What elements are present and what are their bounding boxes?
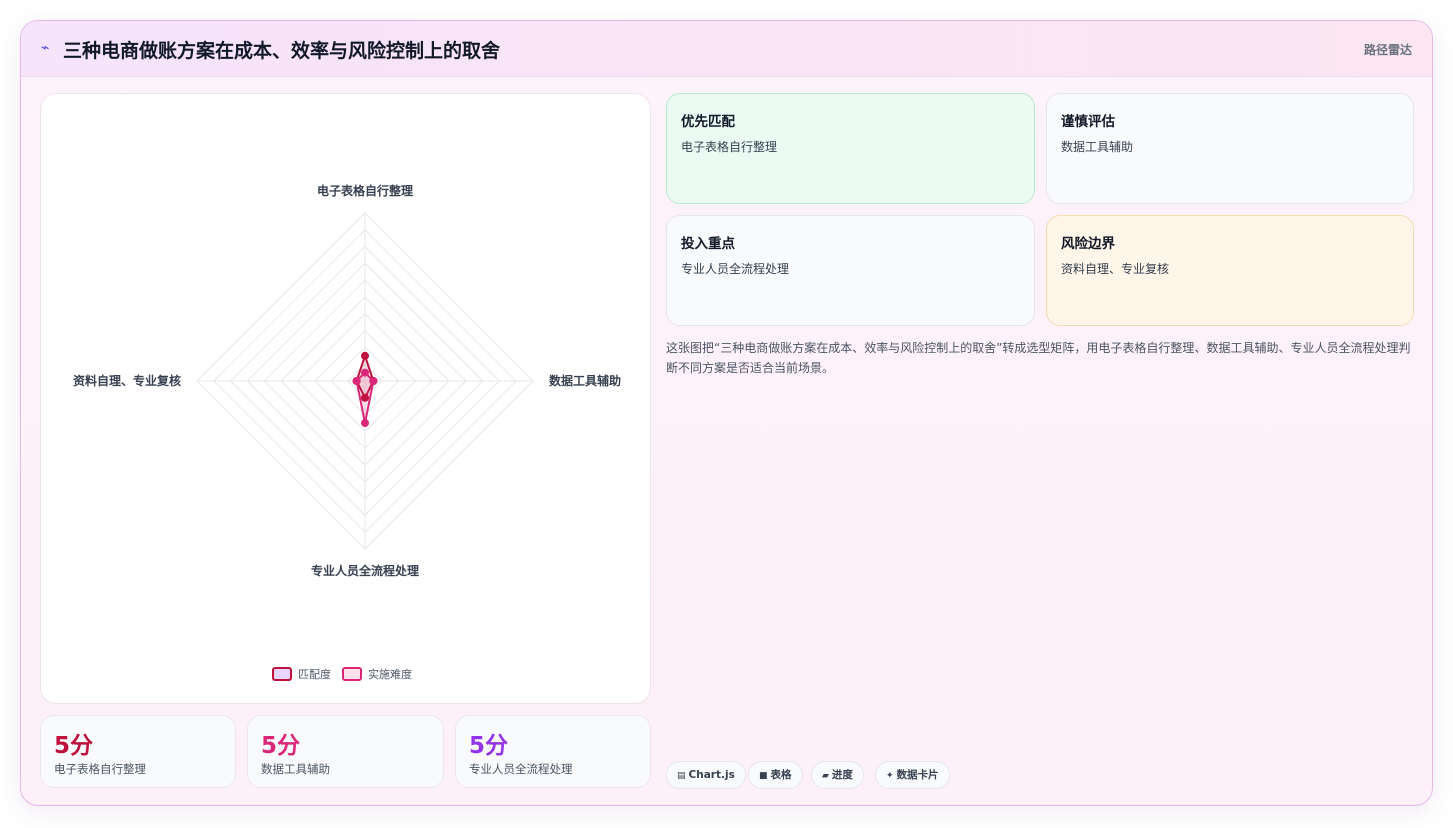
stat-card-1: 5分 电子表格自行整理 — [40, 715, 236, 788]
chip-label: 进度 — [831, 769, 853, 781]
radar-axis-label: 数据工具辅助 — [549, 373, 621, 388]
radar-chart-card: 电子表格自行整理数据工具辅助专业人员全流程处理 资料自理、专业复核匹配度 实施难度 — [40, 93, 651, 704]
radar-data-point — [361, 351, 369, 360]
line-chart-icon: ⌁ — [41, 40, 50, 56]
chart-type-tag: 路径雷达 — [1363, 43, 1412, 57]
stat-card-3: 5分 专业人员全流程处理 — [455, 715, 651, 788]
legend-label: 匹配度 — [298, 667, 331, 681]
stat-value: 5分 — [469, 733, 509, 759]
card-risk-boundary: 风险边界 资料自理、专业复核 — [1046, 215, 1414, 326]
chip-label: 数据卡片 — [896, 769, 939, 781]
radar-data-point — [361, 419, 369, 427]
stat-value: 5分 — [54, 733, 94, 759]
chip-progress[interactable]: ▰ 进度 — [811, 761, 864, 789]
chart-description: 这张图把“三种电商做账方案在成本、效率与风险控制上的取舍”转成选型矩阵，用电子表… — [666, 341, 1411, 375]
dashboard-frame: ⌁ 三种电商做账方案在成本、效率与风险控制上的取舍 路径雷达 电子表格自行整理数… — [20, 20, 1433, 806]
legend-swatch — [342, 667, 362, 681]
card-text: 资料自理、专业复核 — [1061, 262, 1170, 276]
chip-label: Chart.js — [688, 769, 735, 781]
radar-data-point — [369, 377, 378, 385]
stat-label: 专业人员全流程处理 — [469, 762, 573, 776]
radar-axis-label: 资料自理、专业复核 — [73, 373, 181, 388]
radar-axis-label: 专业人员全流程处理 — [311, 563, 419, 578]
radar-data-point — [361, 368, 369, 377]
radar-data-point — [352, 377, 361, 385]
card-text: 数据工具辅助 — [1061, 140, 1134, 154]
card-text: 专业人员全流程处理 — [681, 262, 790, 276]
chip-data-cards[interactable]: ✦ 数据卡片 — [875, 761, 950, 789]
page-title: 三种电商做账方案在成本、效率与风险控制上的取舍 — [63, 40, 501, 62]
card-heading: 谨慎评估 — [1061, 114, 1115, 130]
radar-chart: 电子表格自行整理数据工具辅助专业人员全流程处理 资料自理、专业复核匹配度 实施难度 — [73, 183, 621, 681]
header-bar: ⌁ 三种电商做账方案在成本、效率与风险控制上的取舍 路径雷达 — [21, 21, 1432, 77]
table-icon: ■ — [759, 771, 768, 781]
card-heading: 投入重点 — [681, 236, 735, 252]
radar-axis-label: 电子表格自行整理 — [317, 183, 413, 198]
stat-value: 5分 — [261, 733, 301, 759]
chip-chartjs[interactable]: ▤ Chart.js — [666, 761, 746, 789]
card-careful-evaluation: 谨慎评估 数据工具辅助 — [1046, 93, 1414, 204]
legend-swatch — [272, 667, 292, 681]
stat-label: 电子表格自行整理 — [54, 762, 146, 776]
card-heading: 优先匹配 — [681, 114, 735, 130]
card-investment-focus: 投入重点 专业人员全流程处理 — [666, 215, 1035, 326]
legend-label: 实施难度 — [368, 667, 412, 681]
sparkle-icon: ✦ — [886, 771, 894, 781]
card-text: 电子表格自行整理 — [681, 140, 778, 154]
stat-label: 数据工具辅助 — [261, 762, 330, 776]
card-heading: 风险边界 — [1061, 236, 1115, 252]
card-priority-match: 优先匹配 电子表格自行整理 — [666, 93, 1035, 204]
chart-icon: ▤ — [677, 771, 686, 781]
chip-table[interactable]: ■ 表格 — [748, 761, 803, 789]
chip-label: 表格 — [770, 769, 792, 781]
stat-card-2: 5分 数据工具辅助 — [247, 715, 444, 788]
progress-icon: ▰ — [822, 771, 829, 781]
